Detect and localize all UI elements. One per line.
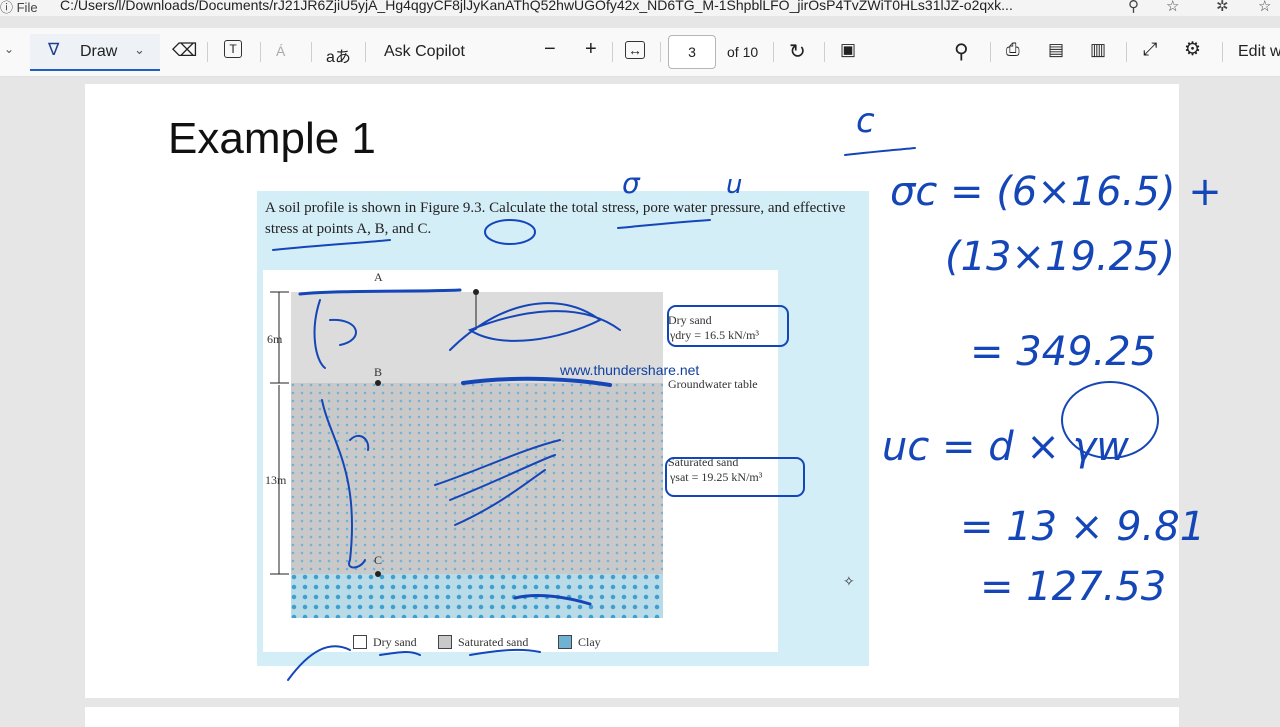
scribble-a (298, 288, 462, 296)
scribble-sat (321, 399, 370, 569)
scribble-legend (287, 645, 541, 681)
point-b-marker (375, 380, 381, 386)
ink-sigma-mark: σ (622, 167, 641, 200)
circle-sat-gamma (665, 457, 805, 497)
ink-c-label: c (856, 101, 875, 141)
ink-line-6: = 127.53 (980, 564, 1166, 610)
scribble-dry (313, 299, 357, 369)
annotation-layer: c σ u σc = (6×16.5) + (13×19.25) = 349.2… (270, 101, 1222, 681)
scribble-gwt (461, 376, 612, 387)
scribble-clay (513, 594, 592, 606)
underline-c (844, 147, 916, 156)
ink-line-4: uc = d × γw (882, 424, 1129, 470)
scribble-sat-2 (434, 439, 561, 526)
ink-line-1: σc = (6×16.5) + (890, 169, 1222, 215)
ink-line-3: = 349.25 (970, 329, 1156, 375)
circle-point-c (484, 219, 536, 245)
cursor-icon: ✧ (843, 573, 855, 589)
ink-line-5: = 13 × 9.81 (960, 504, 1205, 550)
point-c-marker (375, 571, 381, 577)
handwritten-text: c σ u σc = (6×16.5) + (13×19.25) = 349.2… (622, 101, 1222, 610)
ink-line-2: (13×19.25) (945, 234, 1175, 280)
dimension-lines (270, 291, 477, 575)
circle-dry-gamma (667, 305, 789, 347)
point-a-marker (473, 289, 479, 295)
ink-u-mark: u (726, 170, 742, 200)
